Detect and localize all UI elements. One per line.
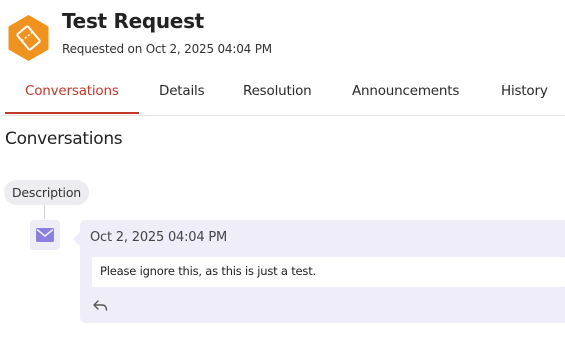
thread-connector [44, 205, 45, 219]
tab-details[interactable]: Details [159, 83, 205, 99]
ticket-hexagon-icon [8, 15, 49, 61]
mail-icon [36, 228, 54, 242]
tab-resolution[interactable]: Resolution [243, 83, 312, 99]
message-body: Please ignore this, as this is just a te… [92, 257, 565, 287]
tab-history[interactable]: History [501, 83, 548, 99]
message-card: Oct 2, 2025 04:04 PM Please ignore this,… [73, 220, 565, 323]
reply-button[interactable] [92, 298, 110, 314]
message-type-badge [30, 220, 60, 250]
tab-announcements[interactable]: Announcements [352, 83, 459, 99]
active-tab-indicator [5, 112, 139, 114]
message-date: Oct 2, 2025 04:04 PM [90, 230, 228, 245]
reply-icon [93, 300, 108, 311]
tab-bar: Conversations Details Resolution Announc… [0, 72, 565, 116]
request-icon [7, 14, 50, 62]
tab-conversations[interactable]: Conversations [25, 83, 119, 99]
description-pill: Description [4, 180, 89, 205]
section-title: Conversations [5, 129, 123, 149]
request-title: Test Request [62, 9, 204, 33]
request-subtitle: Requested on Oct 2, 2025 04:04 PM [62, 42, 272, 56]
message-text: Please ignore this, as this is just a te… [100, 264, 316, 278]
